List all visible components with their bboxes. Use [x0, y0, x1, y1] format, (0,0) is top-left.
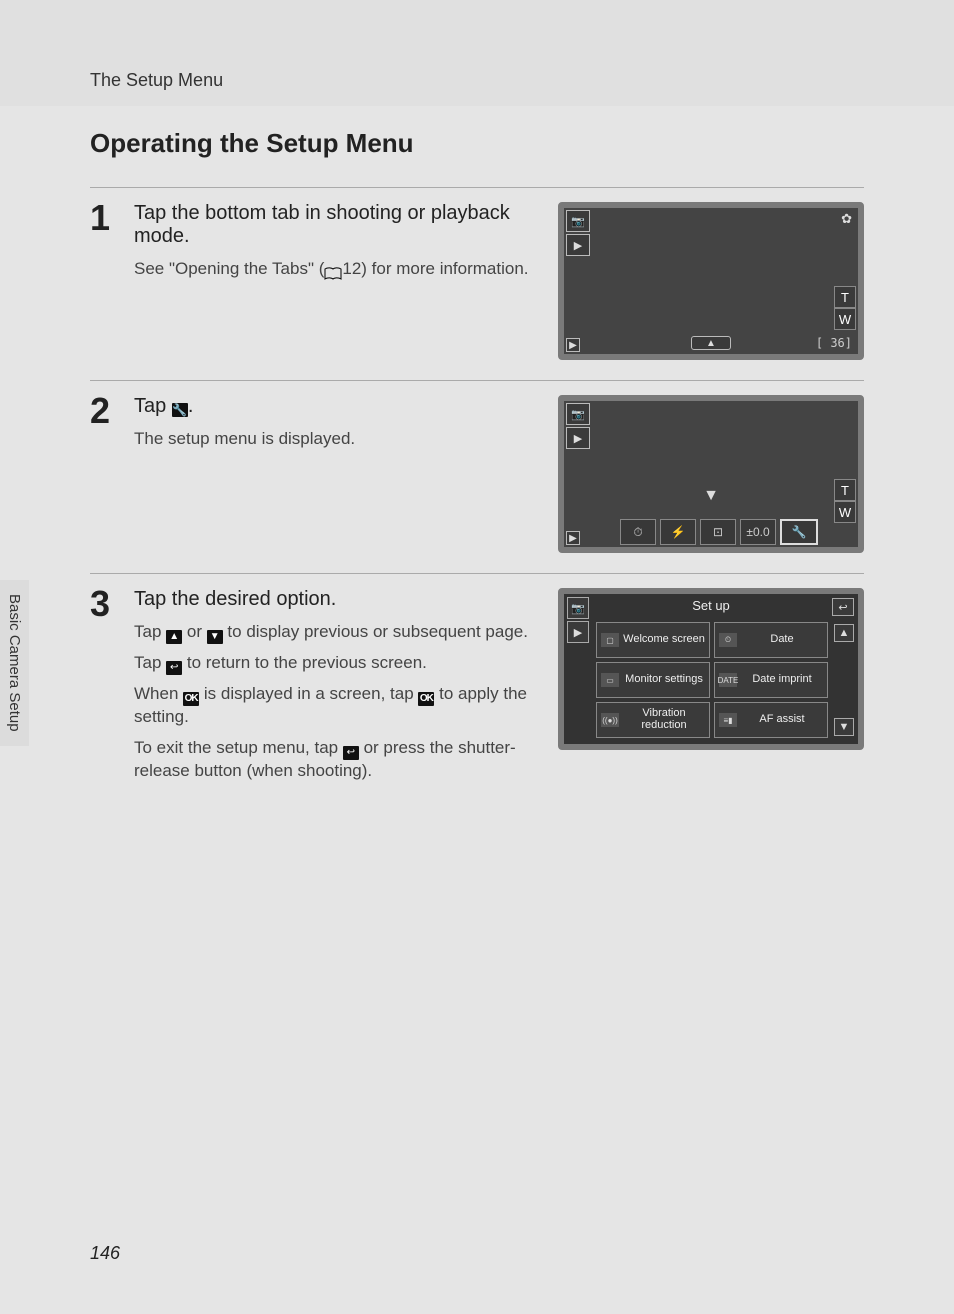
- date-imprint-icon: DATE: [719, 673, 737, 687]
- text: Tap: [134, 653, 166, 672]
- lcd-screenshot-1: 📷 ▶ ▶ ✿ T W ▲ [ 36]: [558, 202, 864, 360]
- exposure-comp-icon[interactable]: ±0.0: [740, 519, 776, 545]
- expand-arrow-icon[interactable]: ▶: [566, 338, 580, 352]
- camera-tab-icon[interactable]: 📷: [566, 403, 590, 425]
- text: to return to the previous screen.: [182, 653, 427, 672]
- tab-close-icon[interactable]: ▼: [691, 489, 731, 503]
- step-number: 3: [90, 588, 134, 791]
- bottom-icon-row: ⏱ ⚡ ⊡ ±0.0 🔧: [620, 519, 818, 545]
- option-af-assist[interactable]: ≡▮ AF assist: [714, 702, 828, 738]
- step-3: 3 Tap the desired option. Tap ▲ or ▼ to …: [90, 588, 864, 791]
- step-3-sub-3: When OK is displayed in a screen, tap OK…: [134, 683, 538, 729]
- setup-wrench-icon[interactable]: 🔧: [780, 519, 818, 545]
- playback-tab-icon[interactable]: ▶: [566, 427, 590, 449]
- page-title: Operating the Setup Menu: [90, 122, 864, 159]
- playback-tab-icon[interactable]: ▶: [567, 621, 589, 643]
- step-number: 2: [90, 395, 134, 553]
- zoom-wide-icon[interactable]: W: [834, 501, 856, 523]
- text: Tap: [134, 395, 172, 417]
- option-date[interactable]: ⏲ Date: [714, 622, 828, 658]
- setup-menu-title: Set up: [594, 598, 828, 613]
- option-label: Welcome screen: [623, 634, 705, 646]
- camera-tab-icon[interactable]: 📷: [567, 597, 589, 619]
- text: or: [182, 622, 207, 641]
- page-down-button[interactable]: ▼: [834, 718, 854, 736]
- playback-tab-icon[interactable]: ▶: [566, 234, 590, 256]
- up-icon: ▲: [166, 630, 182, 644]
- camera-tab-icon[interactable]: 📷: [566, 210, 590, 232]
- side-section-tab: Basic Camera Setup: [0, 580, 29, 746]
- page-up-button[interactable]: ▲: [834, 624, 854, 642]
- step-1: 1 Tap the bottom tab in shooting or play…: [90, 202, 864, 360]
- text: To exit the setup menu, tap: [134, 738, 343, 757]
- welcome-screen-icon: ▢: [601, 633, 619, 647]
- step-3-sub-1: Tap ▲ or ▼ to display previous or subseq…: [134, 621, 538, 644]
- divider: [90, 380, 864, 381]
- option-monitor-settings[interactable]: ▭ Monitor settings: [596, 662, 710, 698]
- lcd-left-tabs: 📷 ▶ ▶: [564, 401, 592, 547]
- zoom-controls: T W: [834, 286, 856, 330]
- lcd-screenshot-3: 📷 ▶ Set up ↩ ▲ ▼ ▢ Welcome screen ⏲: [558, 588, 864, 750]
- text: to display previous or subsequent page.: [223, 622, 528, 641]
- option-label: Date imprint: [741, 674, 823, 686]
- back-icon: ↩: [343, 746, 359, 760]
- book-icon: [324, 267, 342, 281]
- step-2-sub: The setup menu is displayed.: [134, 428, 538, 451]
- option-label: Vibration reduction: [623, 708, 705, 731]
- text: is displayed in a screen, tap: [199, 684, 418, 703]
- divider: [90, 573, 864, 574]
- step-1-heading: Tap the bottom tab in shooting or playba…: [134, 202, 538, 248]
- step-number: 1: [90, 202, 134, 360]
- step-2-heading: Tap 🔧.: [134, 395, 538, 418]
- zoom-controls: T W: [834, 479, 856, 523]
- step-3-sub-2: Tap ↩ to return to the previous screen.: [134, 652, 538, 675]
- text: 12) for more information.: [342, 259, 528, 278]
- ok-icon: OK: [183, 692, 199, 706]
- expand-arrow-icon[interactable]: ▶: [566, 531, 580, 545]
- mode-icon[interactable]: ⊡: [700, 519, 736, 545]
- step-1-sub: See "Opening the Tabs" ( 12) for more inf…: [134, 258, 538, 281]
- back-icon: ↩: [166, 661, 182, 675]
- step-3-sub-4: To exit the setup menu, tap ↩ or press t…: [134, 737, 538, 783]
- step-3-heading: Tap the desired option.: [134, 588, 538, 611]
- option-welcome-screen[interactable]: ▢ Welcome screen: [596, 622, 710, 658]
- text: .: [188, 395, 194, 417]
- zoom-tele-icon[interactable]: T: [834, 286, 856, 308]
- zoom-wide-icon[interactable]: W: [834, 308, 856, 330]
- divider: [90, 187, 864, 188]
- text: Tap: [134, 622, 166, 641]
- text: See "Opening the Tabs" (: [134, 259, 324, 278]
- tab-open-icon[interactable]: ▲: [691, 336, 731, 350]
- selftimer-icon[interactable]: ⏱: [620, 519, 656, 545]
- scene-icon: ✿: [841, 211, 852, 227]
- frame-counter: [ 36]: [816, 336, 852, 350]
- wrench-icon: 🔧: [172, 403, 188, 417]
- step-2: 2 Tap 🔧. The setup menu is displayed. 📷 …: [90, 395, 864, 553]
- option-vibration-reduction[interactable]: ((●)) Vibration reduction: [596, 702, 710, 738]
- monitor-icon: ▭: [601, 673, 619, 687]
- page-number: 146: [90, 1243, 120, 1264]
- setup-options-grid: ▢ Welcome screen ⏲ Date ▭ Monitor settin…: [596, 622, 828, 738]
- option-label: Monitor settings: [623, 674, 705, 686]
- lcd3-side-tabs: 📷 ▶: [567, 597, 591, 645]
- af-assist-icon: ≡▮: [719, 713, 737, 727]
- text: When: [134, 684, 183, 703]
- flash-icon[interactable]: ⚡: [660, 519, 696, 545]
- zoom-tele-icon[interactable]: T: [834, 479, 856, 501]
- option-label: Date: [741, 634, 823, 646]
- manual-page: The Setup Menu Operating the Setup Menu …: [0, 0, 954, 1314]
- option-date-imprint[interactable]: DATE Date imprint: [714, 662, 828, 698]
- vr-icon: ((●)): [601, 713, 619, 727]
- back-button[interactable]: ↩: [832, 598, 854, 616]
- ok-icon: OK: [418, 692, 434, 706]
- down-icon: ▼: [207, 630, 223, 644]
- lcd-screenshot-2: 📷 ▶ ▶ T W ▼ ⏱ ⚡ ⊡ ±0.0 🔧: [558, 395, 864, 553]
- running-header: The Setup Menu: [90, 70, 223, 91]
- clock-icon: ⏲: [719, 633, 737, 647]
- option-label: AF assist: [741, 714, 823, 726]
- lcd-left-tabs: 📷 ▶ ▶: [564, 208, 592, 354]
